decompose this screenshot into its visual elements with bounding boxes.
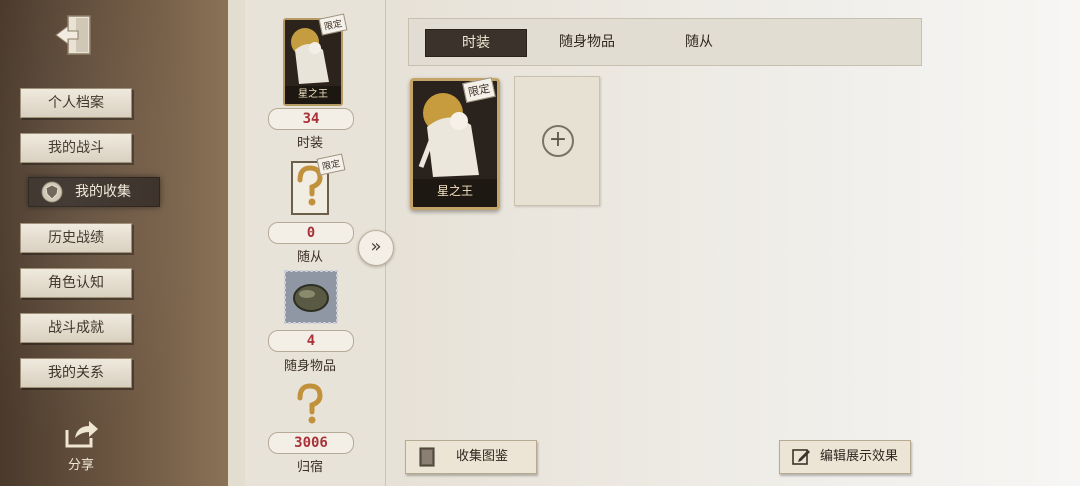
pet-label: 随从: [296, 250, 323, 265]
nav-item-profile[interactable]: 个人档案: [20, 88, 132, 118]
nav-label: 战斗成就: [48, 320, 104, 336]
nav-item-character-knowledge[interactable]: 角色认知: [20, 268, 132, 298]
tab-accessory[interactable]: 随身物品: [537, 29, 637, 55]
edit-display-button[interactable]: 编辑展示效果: [779, 440, 911, 474]
nav-label: 历史战绩: [48, 230, 104, 246]
costume-count: 34: [268, 108, 354, 130]
collection-guide-label: 收集图鉴: [456, 449, 509, 464]
edit-icon: [792, 449, 810, 465]
nav-item-history[interactable]: 历史战绩: [20, 223, 132, 253]
nav-item-my-battles[interactable]: 我的战斗: [20, 133, 132, 163]
tab-label: 时装: [462, 35, 490, 51]
book-icon: [419, 447, 435, 467]
tab-bar: 时装 随身物品 随从: [408, 18, 922, 66]
nav-label: 角色认知: [48, 275, 104, 291]
nav-label: 我的收集: [75, 184, 131, 200]
sidebar: 个人档案 我的战斗 我的收集 历史战绩 角色认知 战斗成就 我的关系 分享: [0, 0, 228, 486]
shield-icon: [41, 181, 63, 203]
accessory-label: 随身物品: [283, 359, 336, 374]
home-label: 归宿: [296, 460, 323, 475]
share-label: 分享: [67, 458, 94, 473]
expand-arrow-button[interactable]: »: [358, 230, 394, 266]
add-icon[interactable]: +: [542, 125, 574, 157]
home-count: 3006: [268, 432, 354, 454]
accessory-count: 4: [268, 330, 354, 352]
tab-label: 随身物品: [559, 34, 615, 50]
costume-thumbnail-name: 星之王: [298, 89, 328, 100]
tab-pet[interactable]: 随从: [649, 29, 749, 55]
nav-item-relationships[interactable]: 我的关系: [20, 358, 132, 388]
exit-icon[interactable]: [52, 12, 98, 58]
nav-label: 我的关系: [48, 365, 104, 381]
accessory-stone-icon[interactable]: [284, 270, 338, 324]
share-icon: [65, 421, 98, 448]
collection-guide-button[interactable]: 收集图鉴: [405, 440, 537, 474]
share-button[interactable]: 分享: [56, 418, 106, 473]
tab-costume[interactable]: 时装: [425, 29, 527, 57]
empty-showcase-slot[interactable]: +: [514, 76, 600, 206]
edit-display-label: 编辑展示效果: [820, 449, 899, 464]
nav-item-achievements[interactable]: 战斗成就: [20, 313, 132, 343]
nav-label: 我的战斗: [48, 140, 104, 156]
pet-count: 0: [268, 222, 354, 244]
costume-card-name: 星之王: [436, 184, 473, 198]
nav-label: 个人档案: [48, 95, 104, 111]
tab-label: 随从: [685, 34, 713, 50]
costume-label: 时装: [296, 136, 323, 151]
home-mystery-icon[interactable]: [290, 382, 330, 426]
nav-item-my-collection[interactable]: 我的收集: [28, 177, 160, 207]
